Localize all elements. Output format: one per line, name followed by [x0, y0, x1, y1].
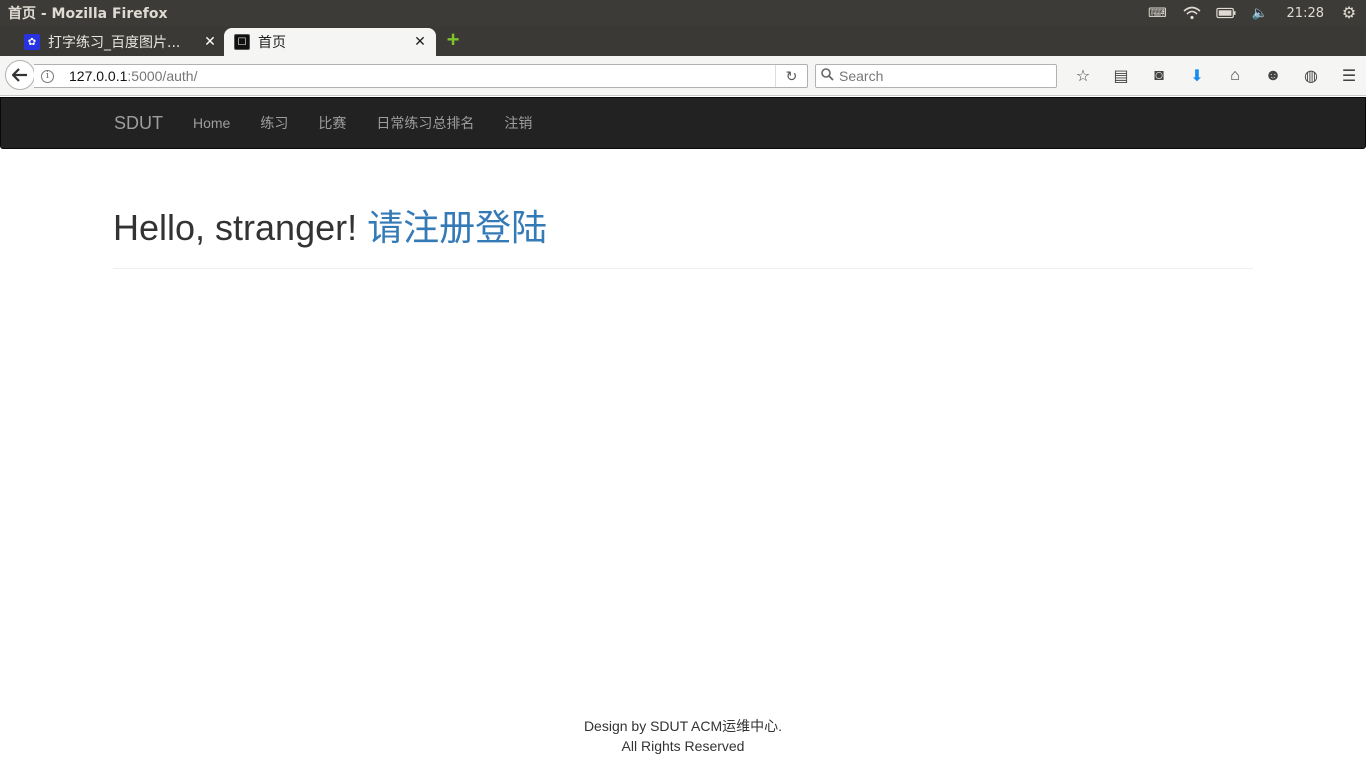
- nav-link-practice[interactable]: 练习: [245, 113, 303, 133]
- close-icon[interactable]: ✕: [410, 34, 430, 50]
- nav-link-logout[interactable]: 注销: [489, 113, 547, 133]
- nav-link-home[interactable]: Home: [178, 115, 245, 131]
- page-header: Hello, stranger! 请注册登陆: [113, 204, 1253, 269]
- register-login-link[interactable]: 请注册登陆: [367, 207, 547, 248]
- tab-label: 首页: [258, 35, 286, 51]
- clock[interactable]: 21:28: [1287, 6, 1324, 21]
- chat-icon[interactable]: ☻: [1254, 67, 1292, 85]
- bookmark-star-icon[interactable]: ☆: [1064, 66, 1102, 86]
- site-navbar: SDUT Home 练习 比赛 日常练习总排名 注销: [0, 97, 1366, 149]
- baidu-icon: ✿: [24, 34, 40, 50]
- footer: Design by SDUT ACM运维中心. All Rights Reser…: [0, 716, 1366, 756]
- new-tab-plus-icon[interactable]: +: [444, 29, 462, 51]
- system-tray: ⌨ 🔈 21:28 ⚙: [1141, 0, 1366, 26]
- wifi-icon[interactable]: [1182, 5, 1202, 21]
- page-title: Hello, stranger! 请注册登陆: [113, 204, 1253, 252]
- reload-icon[interactable]: ↻: [775, 65, 807, 87]
- search-icon: [821, 68, 834, 84]
- footer-credit: Design by SDUT ACM运维中心.: [583, 718, 783, 734]
- nav-links: Home 练习 比赛 日常练习总排名 注销: [178, 98, 547, 148]
- back-button[interactable]: [5, 60, 35, 90]
- footer-rights: All Rights Reserved: [621, 738, 745, 754]
- keyboard-icon[interactable]: ⌨: [1148, 5, 1168, 21]
- pocket-icon[interactable]: ◙: [1140, 67, 1178, 85]
- os-title-bar: 首页 - Mozilla Firefox ⌨ 🔈 21:28 ⚙: [0, 0, 1366, 26]
- url-host: 127.0.0.1: [69, 68, 128, 84]
- tab-home[interactable]: ☐ 首页 ✕: [224, 28, 436, 56]
- browser-toolbar: i 127.0.0.1:5000/auth/ ↻ ☆ ▤ ◙ ⬇ ⌂ ☻ ◍ ☰: [0, 56, 1366, 96]
- tab-baidu[interactable]: ✿ 打字练习_百度图片... ✕: [14, 28, 226, 56]
- battery-icon[interactable]: [1215, 5, 1236, 21]
- greeting-text: Hello, stranger!: [113, 207, 358, 248]
- window-title: 首页 - Mozilla Firefox: [8, 6, 168, 22]
- back-arrow-icon: [12, 68, 27, 82]
- nav-link-ranking[interactable]: 日常练习总排名: [361, 113, 489, 133]
- toolbar-icons: ☆ ▤ ◙ ⬇ ⌂ ☻ ◍ ☰: [1064, 64, 1366, 88]
- reading-list-icon[interactable]: ▤: [1102, 66, 1140, 86]
- menu-icon[interactable]: ☰: [1330, 66, 1366, 86]
- download-icon[interactable]: ⬇: [1178, 66, 1216, 86]
- tab-strip: ✿ 打字练习_百度图片... ✕ ☐ 首页 ✕: [0, 26, 1366, 56]
- home-icon[interactable]: ⌂: [1216, 67, 1254, 85]
- search-input[interactable]: [839, 68, 1039, 84]
- settings-gear-icon[interactable]: ⚙: [1339, 5, 1359, 22]
- volume-icon[interactable]: 🔈: [1250, 5, 1270, 21]
- url-text[interactable]: 127.0.0.1:5000/auth/: [69, 68, 197, 84]
- globe-icon[interactable]: ◍: [1292, 66, 1330, 86]
- nav-link-contest[interactable]: 比赛: [303, 113, 361, 133]
- site-brand[interactable]: SDUT: [114, 113, 163, 134]
- close-icon[interactable]: ✕: [200, 34, 220, 50]
- info-icon[interactable]: i: [41, 69, 54, 83]
- url-path: :5000/auth/: [127, 68, 198, 84]
- search-box[interactable]: [815, 64, 1057, 88]
- tab-label: 打字练习_百度图片...: [48, 35, 181, 51]
- page-content: SDUT Home 练习 比赛 日常练习总排名 注销 Hello, strang…: [0, 96, 1366, 768]
- url-bar[interactable]: i 127.0.0.1:5000/auth/ ↻: [34, 64, 808, 88]
- site-favicon-icon: ☐: [234, 34, 250, 50]
